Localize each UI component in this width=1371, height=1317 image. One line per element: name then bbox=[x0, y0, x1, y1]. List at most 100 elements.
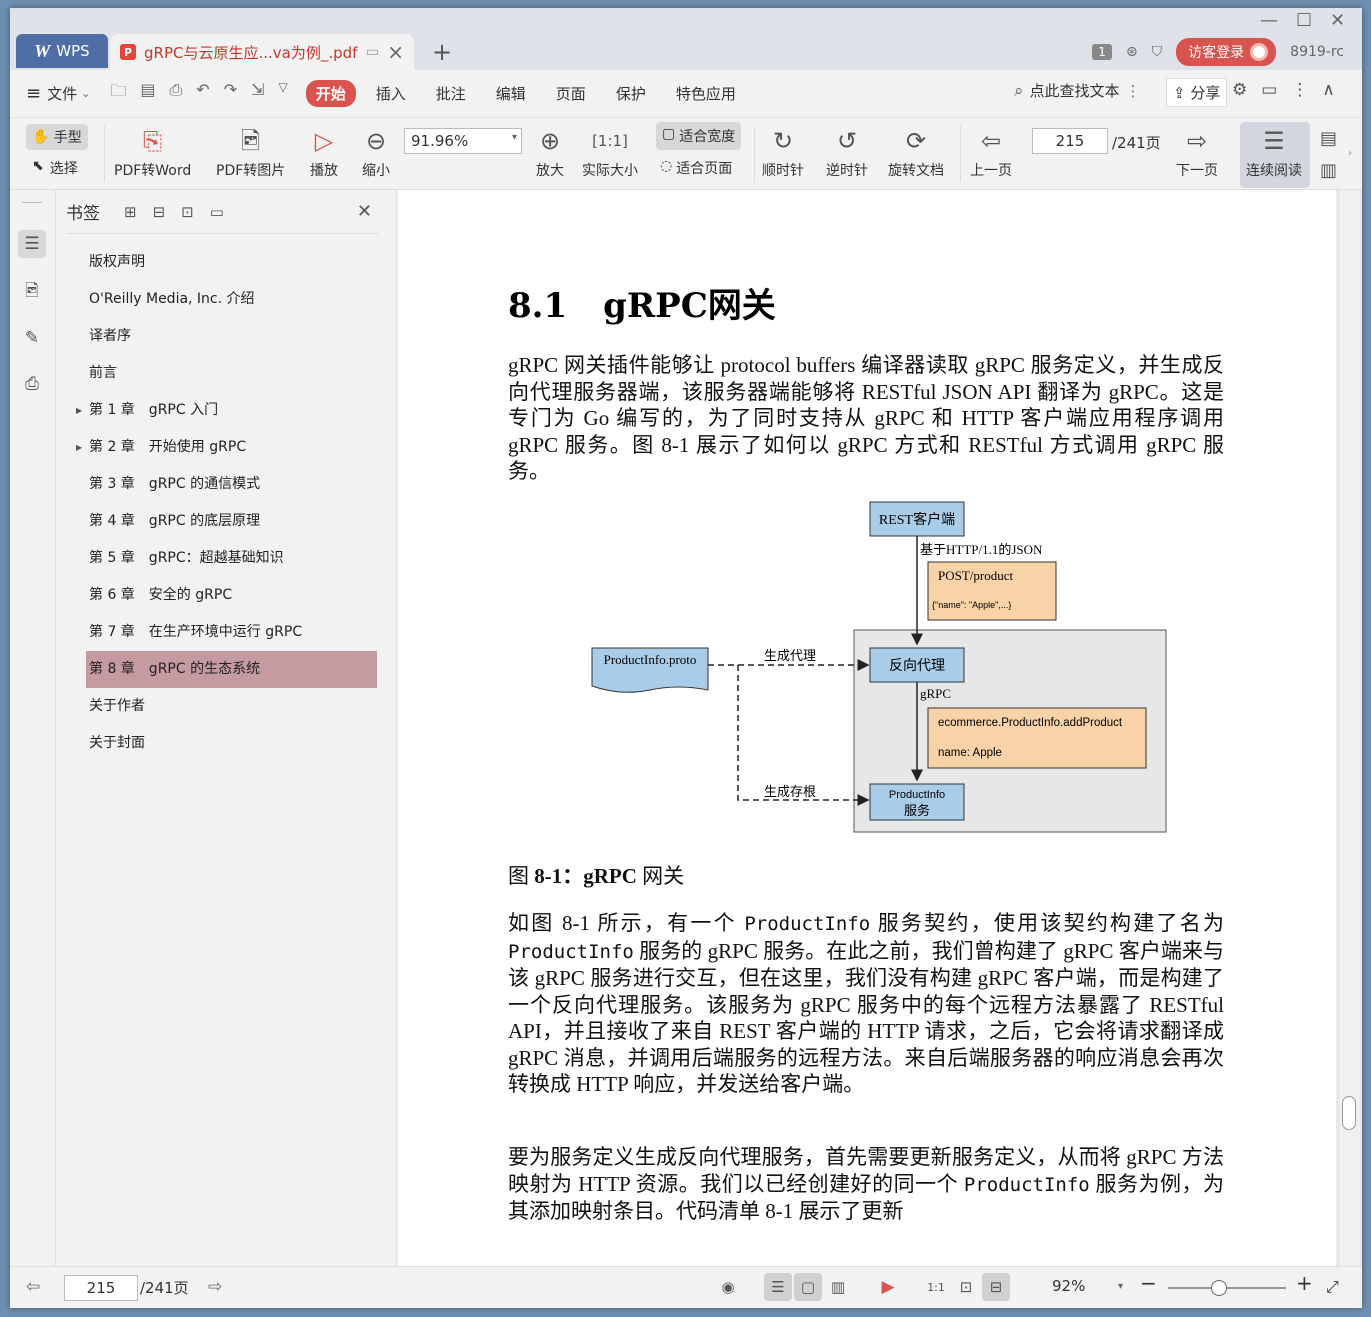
bookmark-item[interactable]: 关于作者 bbox=[66, 688, 378, 725]
single-page-view-icon[interactable]: ▢ bbox=[794, 1273, 822, 1301]
zoom-dropdown-icon[interactable]: ▾ bbox=[1118, 1281, 1123, 1292]
bookmark-item[interactable]: 第 5 章 gRPC：超越基础知识 bbox=[66, 540, 378, 577]
fit-page-button[interactable]: ◌ 适合页面 bbox=[660, 158, 732, 178]
hand-tool-button[interactable]: ✋ 手型 bbox=[26, 124, 88, 150]
single-page-icon[interactable]: ▤ bbox=[1320, 128, 1337, 149]
bookmark-item[interactable]: ▶ 第 1 章 gRPC 入门 bbox=[66, 392, 378, 429]
continuous-view-icon[interactable]: ☰ bbox=[764, 1273, 792, 1301]
attachment-panel-icon[interactable]: ⎙ bbox=[18, 370, 46, 398]
bookmark-item[interactable]: ▶ 第 2 章 开始使用 gRPC bbox=[66, 429, 378, 466]
rotate-clockwise-button[interactable]: ↻ 顺时针 bbox=[762, 122, 804, 180]
comment-icon[interactable]: ▭ bbox=[1261, 80, 1277, 100]
close-window-button[interactable]: ✕ bbox=[1330, 10, 1345, 31]
more-dropdown-icon[interactable]: ▽ bbox=[279, 80, 288, 107]
menu-insert[interactable]: 插入 bbox=[376, 83, 406, 104]
fit-page-icon[interactable]: ⊡ bbox=[952, 1273, 980, 1301]
collapse-all-icon[interactable]: ⊟ bbox=[153, 203, 166, 221]
hamburger-menu-icon[interactable]: ≡ bbox=[26, 83, 41, 104]
next-page-button[interactable]: ⇨ 下一页 bbox=[1176, 122, 1218, 180]
shirt-icon[interactable]: ⛉ bbox=[1152, 44, 1163, 60]
collapse-ribbon-icon[interactable]: ∧ bbox=[1322, 80, 1334, 100]
guest-login-button[interactable]: 访客登录 bbox=[1176, 38, 1277, 66]
fullscreen-icon[interactable]: ⤢ bbox=[1326, 1277, 1339, 1297]
maximize-button[interactable]: ☐ bbox=[1296, 10, 1312, 31]
new-tab-button[interactable]: + bbox=[432, 38, 452, 66]
find-text-button[interactable]: ⌕ 点此查找文本 ⋮ bbox=[1014, 80, 1141, 101]
status-page-input[interactable]: 215 bbox=[64, 1275, 138, 1301]
two-page-view-icon[interactable]: ▥ bbox=[824, 1273, 852, 1301]
zoom-out-icon[interactable]: − bbox=[1140, 1271, 1157, 1295]
open-folder-icon[interactable]: 🗀 bbox=[110, 80, 126, 107]
status-zoom-value[interactable]: 92% bbox=[1052, 1277, 1085, 1295]
gear-icon[interactable]: ⚙ bbox=[1232, 80, 1247, 100]
annotation-panel-icon[interactable]: ✎ bbox=[18, 324, 46, 352]
toolbar-scroll-right-icon[interactable]: › bbox=[1348, 148, 1352, 159]
pdf-to-image-button[interactable]: 🖻 PDF转图片 bbox=[216, 122, 285, 180]
fit-width-button[interactable]: ▢ 适合宽度 bbox=[656, 122, 742, 150]
fit-width-icon[interactable]: ⊟ bbox=[982, 1273, 1010, 1301]
bookmark-item[interactable]: 关于封面 bbox=[66, 725, 378, 762]
more-vertical-icon[interactable]: ⋮ bbox=[1126, 82, 1141, 100]
menu-edit[interactable]: 编辑 bbox=[496, 83, 526, 104]
save-icon[interactable]: ▤ bbox=[140, 80, 155, 107]
document-tab[interactable]: P gRPC与云原生应...va为例_.pdf ▭ × bbox=[110, 34, 414, 70]
bookmark-item[interactable]: 第 4 章 gRPC 的底层原理 bbox=[66, 503, 378, 540]
menu-annotate[interactable]: 批注 bbox=[436, 83, 466, 104]
wps-home-tab[interactable]: W WPS bbox=[16, 34, 108, 68]
pdf-to-word-button[interactable]: ⎘ PDF转Word bbox=[114, 122, 191, 180]
bookmark-item[interactable]: 第 7 章 在生产环境中运行 gRPC bbox=[66, 614, 378, 651]
play-slideshow-icon[interactable]: ▶ bbox=[874, 1273, 902, 1301]
bookmark-item[interactable]: 第 6 章 安全的 gRPC bbox=[66, 577, 378, 614]
menu-start[interactable]: 开始 bbox=[305, 80, 356, 107]
skin-icon[interactable]: ⊛ bbox=[1126, 44, 1138, 60]
menu-protect[interactable]: 保护 bbox=[616, 83, 646, 104]
zoom-in-button[interactable]: ⊕ 放大 bbox=[536, 122, 564, 180]
vertical-scrollbar[interactable] bbox=[1340, 190, 1360, 1266]
rotate-document-button[interactable]: ⟳ 旋转文档 bbox=[888, 122, 944, 180]
bookmark-panel-icon[interactable]: ☰ bbox=[18, 230, 46, 258]
play-button[interactable]: ▷ 播放 bbox=[310, 122, 338, 180]
actual-size-icon[interactable]: 1:1 bbox=[922, 1273, 950, 1301]
eye-protection-icon[interactable]: ◉ bbox=[714, 1273, 742, 1301]
bookmark-item[interactable]: 译者序 bbox=[66, 318, 378, 355]
menu-special[interactable]: 特色应用 bbox=[676, 83, 736, 104]
undo-icon[interactable]: ↶ bbox=[196, 80, 209, 107]
next-page-icon[interactable]: ⇨ bbox=[208, 1277, 222, 1297]
file-menu[interactable]: 文件 ⌄ bbox=[47, 83, 90, 104]
two-page-icon[interactable]: ▥ bbox=[1320, 160, 1337, 181]
bookmark-options-icon[interactable]: ▭ bbox=[210, 203, 224, 221]
expand-arrow-icon[interactable]: ▶ bbox=[76, 392, 82, 429]
close-tab-icon[interactable]: × bbox=[387, 40, 404, 64]
close-panel-icon[interactable]: ✕ bbox=[357, 201, 372, 222]
bookmark-item-active[interactable]: 第 8 章 gRPC 的生态系统 bbox=[86, 651, 377, 688]
zoom-slider-knob[interactable] bbox=[1211, 1280, 1227, 1296]
scrollbar-thumb[interactable] bbox=[1342, 1096, 1356, 1130]
more-icon[interactable]: ⋮ bbox=[1291, 80, 1308, 100]
bookmark-item[interactable]: 前言 bbox=[66, 355, 378, 392]
actual-size-button[interactable]: [1:1] 实际大小 bbox=[582, 122, 638, 180]
zoom-slider[interactable] bbox=[1168, 1280, 1286, 1296]
expand-all-icon[interactable]: ⊞ bbox=[124, 203, 137, 221]
bookmark-item[interactable]: O'Reilly Media, Inc. 介绍 bbox=[66, 281, 378, 318]
add-bookmark-icon[interactable]: ⊡ bbox=[181, 203, 194, 221]
select-tool-button[interactable]: ⬉ 选择 bbox=[32, 158, 78, 178]
zoom-in-icon[interactable]: + bbox=[1296, 1271, 1313, 1295]
expand-arrow-icon[interactable]: ▶ bbox=[76, 429, 82, 466]
redo-icon[interactable]: ↷ bbox=[224, 80, 237, 107]
document-viewport[interactable]: 8.1 gRPC网关 gRPC 网关插件能够让 protocol buffers … bbox=[396, 190, 1362, 1266]
prev-page-icon[interactable]: ⇦ bbox=[26, 1277, 40, 1297]
bookmark-item[interactable]: 第 3 章 gRPC 的通信模式 bbox=[66, 466, 378, 503]
minimize-button[interactable]: — bbox=[1260, 10, 1278, 31]
zoom-select[interactable]: 91.96% ▾ bbox=[404, 128, 522, 154]
share-button[interactable]: ⇪ 分享 bbox=[1166, 78, 1228, 107]
export-icon[interactable]: ⇲ bbox=[251, 80, 264, 107]
monitor-icon[interactable]: ▭ bbox=[366, 44, 379, 60]
page-number-input[interactable]: 215 bbox=[1032, 128, 1108, 154]
print-icon[interactable]: ⎙ bbox=[169, 80, 182, 107]
continuous-read-button[interactable]: ☰ 连续阅读 bbox=[1240, 122, 1310, 188]
prev-page-button[interactable]: ⇦ 上一页 bbox=[970, 122, 1012, 180]
menu-page[interactable]: 页面 bbox=[556, 83, 586, 104]
tab-count-badge[interactable]: 1 bbox=[1092, 44, 1112, 60]
bookmark-item[interactable]: 版权声明 bbox=[66, 244, 378, 281]
zoom-out-button[interactable]: ⊖ 缩小 bbox=[362, 122, 390, 180]
